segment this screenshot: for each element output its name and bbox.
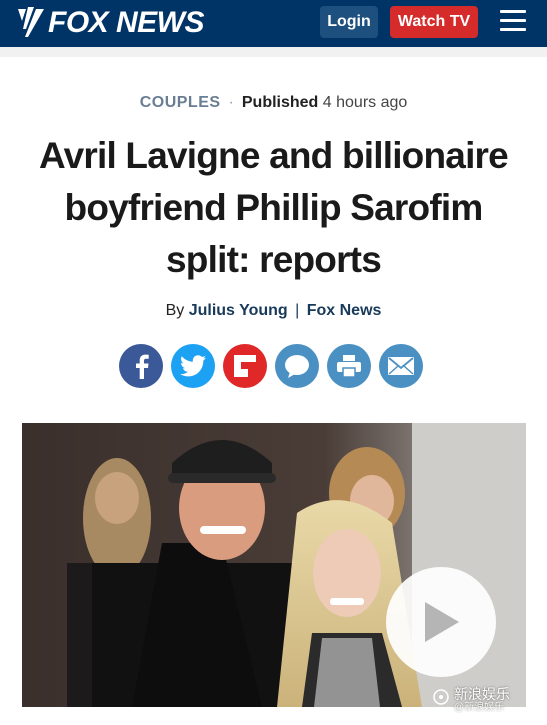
flipboard-icon bbox=[234, 355, 256, 377]
watermark: 新浪娱乐 @新浪娱乐 bbox=[454, 687, 510, 715]
published-label: Published bbox=[241, 94, 319, 111]
site-header: FOX NEWS Login Watch TV bbox=[0, 0, 547, 47]
flipboard-share-button[interactable] bbox=[223, 344, 267, 388]
logo-text: FOX NEWS bbox=[48, 6, 205, 39]
fox-news-logo[interactable]: FOX NEWS bbox=[14, 5, 205, 41]
author-link[interactable]: Julius Young bbox=[189, 302, 288, 319]
watch-tv-button[interactable]: Watch TV bbox=[390, 6, 478, 38]
comment-button[interactable] bbox=[275, 344, 319, 388]
login-button[interactable]: Login bbox=[320, 6, 378, 38]
article-meta: COUPLES · Published 4 hours ago bbox=[0, 94, 547, 112]
twitter-share-button[interactable] bbox=[171, 344, 215, 388]
email-share-button[interactable] bbox=[379, 344, 423, 388]
play-icon bbox=[425, 602, 459, 642]
logo-searchlight-icon bbox=[18, 7, 44, 37]
watermark-sub: @新浪娱乐 bbox=[454, 702, 505, 713]
byline: By Julius Young | Fox News bbox=[0, 302, 547, 320]
category-link[interactable]: COUPLES bbox=[140, 94, 221, 111]
comment-icon bbox=[285, 355, 309, 378]
share-bar bbox=[119, 344, 423, 388]
header-divider bbox=[0, 47, 547, 57]
twitter-icon bbox=[180, 355, 206, 377]
weibo-watermark-icon bbox=[433, 689, 449, 705]
headline-line-1: Avril Lavigne and billionaire bbox=[39, 135, 509, 176]
headline-line-2: boyfriend Phillip Sarofim bbox=[64, 187, 484, 228]
outlet-link[interactable]: Fox News bbox=[307, 302, 382, 319]
byline-prefix: By bbox=[165, 302, 185, 319]
print-icon bbox=[337, 355, 361, 377]
headline-line-3: split: reports bbox=[166, 239, 382, 280]
byline-separator: | bbox=[295, 302, 300, 319]
watermark-main: 新浪娱乐 bbox=[454, 686, 510, 702]
published-time: 4 hours ago bbox=[322, 94, 408, 111]
facebook-icon bbox=[136, 354, 149, 379]
hamburger-menu-icon[interactable] bbox=[500, 10, 526, 34]
article-headline: Avril Lavigne and billionaire boyfriend … bbox=[10, 130, 537, 286]
play-video-button[interactable] bbox=[386, 567, 496, 677]
meta-separator-dot: · bbox=[228, 94, 234, 111]
facebook-share-button[interactable] bbox=[119, 344, 163, 388]
email-icon bbox=[388, 357, 414, 375]
print-button[interactable] bbox=[327, 344, 371, 388]
